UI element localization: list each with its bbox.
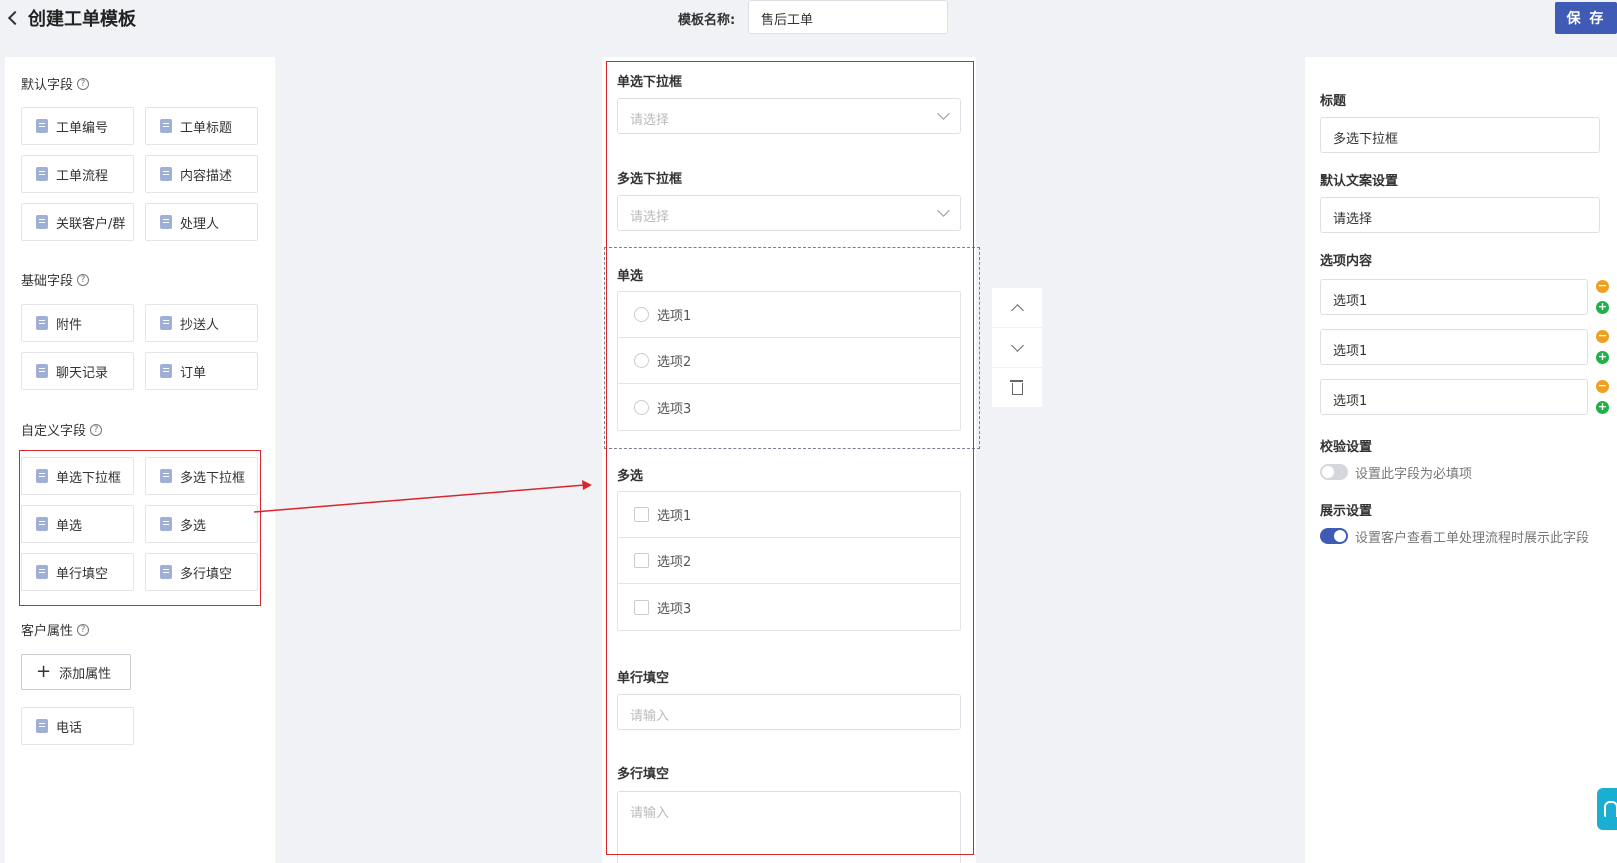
option-input[interactable]: 选项1	[1320, 279, 1588, 315]
move-down-button[interactable]	[992, 328, 1042, 368]
add-option-icon[interactable]: +	[1596, 301, 1609, 314]
display-text: 设置客户查看工单处理流程时展示此字段	[1355, 531, 1590, 546]
field-toolbar	[992, 288, 1042, 408]
delete-button[interactable]	[992, 368, 1042, 408]
remove-option-icon[interactable]: −	[1596, 330, 1609, 343]
chevron-down-icon	[1010, 338, 1024, 352]
validation-label: 校验设置	[1320, 440, 1373, 455]
option-input[interactable]: 选项1	[1320, 379, 1588, 415]
display-toggle[interactable]	[1320, 528, 1348, 544]
default-text-label: 默认文案设置	[1320, 174, 1399, 189]
options-label: 选项内容	[1320, 254, 1373, 269]
move-up-button[interactable]	[992, 288, 1042, 328]
chevron-up-icon	[1010, 303, 1024, 317]
toggle-knob	[1334, 530, 1346, 542]
customer-service-icon[interactable]	[1597, 788, 1617, 830]
title-input[interactable]: 多选下拉框	[1320, 117, 1600, 153]
remove-option-icon[interactable]: −	[1596, 380, 1609, 393]
display-label: 展示设置	[1320, 504, 1373, 519]
toggle-knob	[1322, 466, 1334, 478]
add-option-icon[interactable]: +	[1596, 401, 1609, 414]
default-text-input[interactable]: 请选择	[1320, 197, 1600, 233]
properties-panel: 标题 多选下拉框 默认文案设置 请选择 选项内容 选项1 − + 选项1 − +…	[1305, 57, 1617, 863]
title-label: 标题	[1320, 94, 1347, 109]
option-input[interactable]: 选项1	[1320, 329, 1588, 365]
add-option-icon[interactable]: +	[1596, 351, 1609, 364]
remove-option-icon[interactable]: −	[1596, 280, 1609, 293]
required-text: 设置此字段为必填项	[1355, 467, 1473, 482]
canvas-highlight	[606, 61, 974, 855]
trash-icon	[1009, 380, 1023, 395]
required-toggle[interactable]	[1320, 464, 1348, 480]
